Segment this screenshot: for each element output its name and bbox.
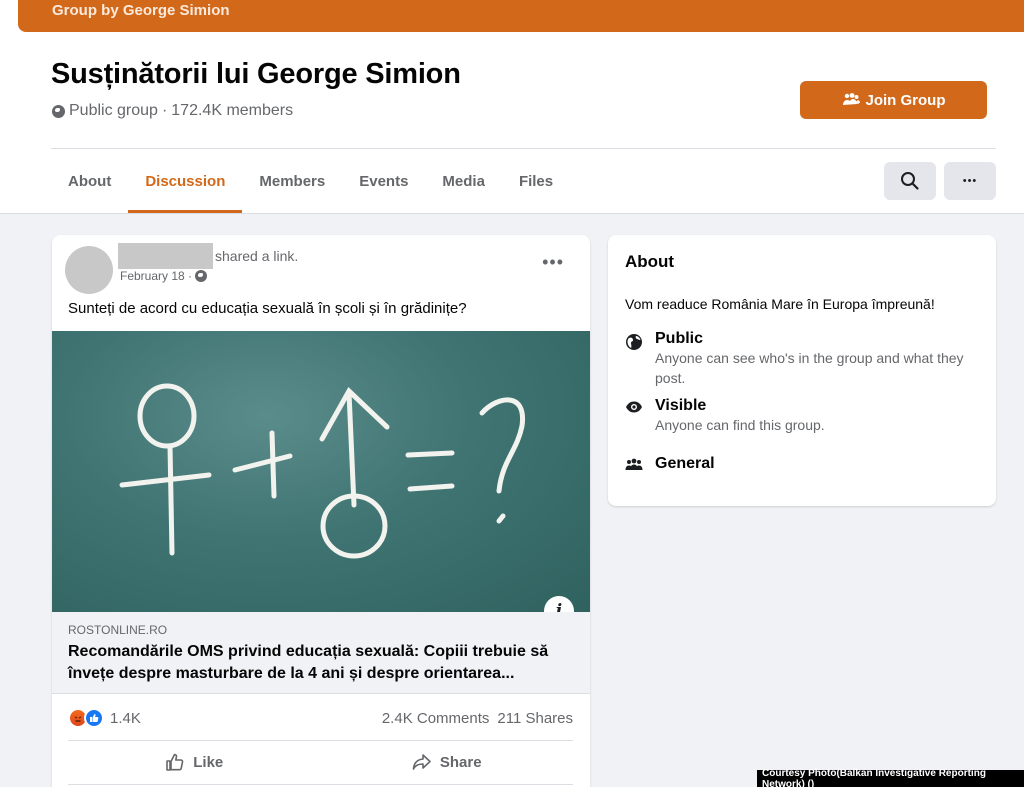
avatar[interactable] — [65, 246, 113, 294]
share-button[interactable]: Share — [321, 743, 574, 781]
about-item-detail: Anyone can find this group. — [655, 417, 825, 433]
tab-media[interactable]: Media — [425, 150, 502, 212]
tab-files[interactable]: Files — [502, 150, 570, 212]
join-group-label: Join Group — [865, 91, 946, 109]
post-timestamp[interactable]: February 18 · — [120, 269, 208, 283]
globe-icon — [195, 270, 208, 282]
tab-about[interactable]: About — [51, 150, 128, 212]
people-add-icon — [842, 93, 860, 105]
post-stats: 1.4K 2.4K Comments 211 Shares — [68, 705, 573, 731]
like-label: Like — [193, 753, 224, 771]
search-button[interactable] — [884, 162, 936, 200]
reaction-count[interactable]: 1.4K — [110, 710, 141, 727]
post-action-text: shared a link. — [215, 248, 299, 264]
question-mark — [479, 397, 525, 494]
privacy-label: Public group — [69, 102, 158, 119]
post-actions: Like Share — [68, 743, 573, 781]
separator: · — [161, 102, 168, 119]
female-symbol-stem — [167, 443, 175, 556]
link-preview[interactable]: ROSTONLINE.RO Recomandările OMS privind … — [52, 612, 590, 694]
member-count[interactable]: 172.4K members — [171, 102, 293, 120]
like-reaction-icon[interactable] — [84, 708, 104, 728]
male-symbol-stem — [346, 390, 357, 508]
plus-horizontal — [232, 453, 293, 473]
group-title: Susținătorii lui George Simion — [51, 58, 461, 90]
male-symbol-arrow — [319, 386, 390, 442]
post-card: shared a link. February 18 · ••• Sunteți… — [52, 235, 590, 787]
share-count[interactable]: 211 Shares — [497, 710, 573, 727]
search-icon — [901, 172, 919, 190]
tab-discussion[interactable]: Discussion — [128, 150, 243, 213]
about-item-title: Public — [655, 330, 704, 347]
tab-events[interactable]: Events — [342, 150, 425, 212]
about-item-title: Visible — [655, 397, 707, 414]
female-symbol-ring — [137, 383, 197, 449]
globe-icon — [52, 104, 65, 118]
plus-vertical — [269, 430, 277, 499]
female-symbol-bar — [119, 472, 212, 488]
equals-top — [405, 450, 455, 458]
comment-count[interactable]: 2.4K Comments — [382, 710, 490, 727]
group-by-label: Group by George Simion — [52, 2, 230, 19]
link-domain: ROSTONLINE.RO — [68, 623, 168, 637]
group-meta: Public group · 172.4K members — [52, 102, 293, 120]
question-dot — [496, 513, 506, 524]
join-group-button[interactable]: Join Group — [800, 81, 987, 119]
share-label: Share — [439, 753, 482, 771]
header-divider — [51, 148, 996, 149]
link-title[interactable]: Recomandările OMS privind educația sexua… — [68, 641, 573, 685]
eye-icon — [626, 401, 642, 413]
tab-members[interactable]: Members — [242, 150, 342, 212]
like-button[interactable]: Like — [68, 743, 321, 781]
about-card: About Vom readuce România Mare în Europa… — [608, 235, 996, 506]
author-name-redacted[interactable] — [118, 243, 213, 269]
more-horizontal-icon: ••• — [962, 175, 978, 187]
about-item-title: General — [655, 455, 715, 472]
about-description: Vom readuce România Mare în Europa împre… — [625, 296, 935, 312]
post-date[interactable]: February 18 · — [120, 269, 192, 283]
equals-bottom — [407, 483, 455, 492]
group-tabs: About Discussion Members Events Media Fi… — [51, 150, 570, 214]
about-heading: About — [625, 252, 675, 271]
link-preview-image[interactable]: i — [52, 331, 590, 612]
more-options-button[interactable]: ••• — [944, 162, 996, 200]
globe-icon — [626, 334, 642, 350]
post-text: Sunteți de acord cu educația sexuală în … — [68, 300, 467, 317]
photo-credit: Courtesy Photo(Balkan Investigative Repo… — [757, 768, 1024, 787]
actions-divider — [68, 784, 573, 785]
about-item-general: General — [625, 455, 715, 473]
about-item-visible: Visible Anyone can find this group. — [625, 397, 965, 435]
about-item-public: Public Anyone can see who's in the group… — [625, 330, 965, 388]
thumbs-up-icon — [166, 753, 184, 771]
stats-divider — [68, 740, 573, 741]
people-icon — [625, 458, 643, 470]
post-menu-icon[interactable]: ••• — [542, 253, 564, 271]
share-arrow-icon — [412, 754, 431, 770]
about-item-detail: Anyone can see who's in the group and wh… — [655, 350, 964, 386]
chalkboard-drawing — [119, 383, 525, 559]
